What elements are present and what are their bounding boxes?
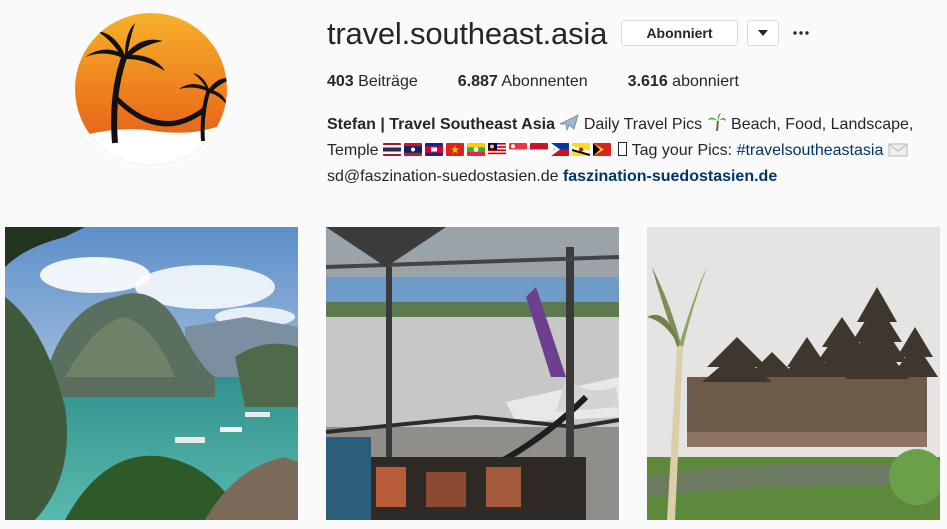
profile-username: travel.southeast.asia [327, 16, 608, 51]
envelope-icon [888, 141, 908, 165]
flags-row [383, 142, 614, 159]
following-button[interactable]: Abonniert [621, 20, 738, 46]
brunei-flag-icon [572, 143, 591, 156]
website-link[interactable]: faszination-suedostasien.de [563, 168, 777, 185]
profile-stats: 403 Beiträge 6.887 Abonnenten 3.616 abon… [327, 72, 779, 92]
suggestions-dropdown-button[interactable] [747, 20, 779, 46]
more-options-button[interactable] [791, 22, 811, 44]
following-stat[interactable]: 3.616 abonniert [628, 72, 739, 92]
followers-stat[interactable]: 6.887 Abonnenten [458, 72, 588, 92]
cambodia-flag-icon [425, 143, 444, 156]
following-label: abonniert [672, 73, 739, 90]
singapore-flag-icon [509, 143, 528, 156]
timor-leste-flag-icon [593, 143, 612, 156]
posts-count: 403 [327, 73, 354, 90]
post-lagoon[interactable] [5, 227, 298, 520]
followers-count: 6.887 [457, 73, 498, 90]
avatar[interactable] [75, 13, 227, 165]
bio-text-tag: Tag your Pics: [631, 142, 733, 159]
post-temple[interactable] [647, 227, 940, 520]
followers-label: Abonnenten [501, 73, 588, 90]
bio-hashtag-link[interactable]: #travelsoutheastasia [737, 142, 884, 159]
post-airport[interactable] [326, 227, 619, 520]
posts-label: Beiträge [358, 73, 418, 90]
palm-tree-icon [707, 113, 727, 139]
thailand-flag-icon [383, 143, 402, 156]
indonesia-flag-icon [530, 143, 549, 156]
laos-flag-icon [404, 143, 423, 156]
bio-email: sd@faszination-suedostasien.de [327, 168, 559, 185]
profile-bio: Stefan | Travel Southeast Asia Daily Tra… [327, 113, 942, 189]
more-options-icon [793, 31, 809, 35]
myanmar-flag-icon [467, 143, 486, 156]
vietnam-flag-icon [446, 143, 465, 156]
missing-glyph-icon [618, 141, 628, 165]
airplane-icon [559, 113, 580, 139]
bio-text-daily: Daily Travel Pics [583, 116, 703, 133]
profile-full-name: Stefan | Travel Southeast Asia [327, 116, 555, 133]
malaysia-flag-icon [488, 143, 507, 156]
caret-down-icon [758, 30, 768, 36]
posts-stat: 403 Beiträge [327, 72, 418, 92]
following-count: 3.616 [627, 73, 668, 90]
philippines-flag-icon [551, 143, 570, 156]
